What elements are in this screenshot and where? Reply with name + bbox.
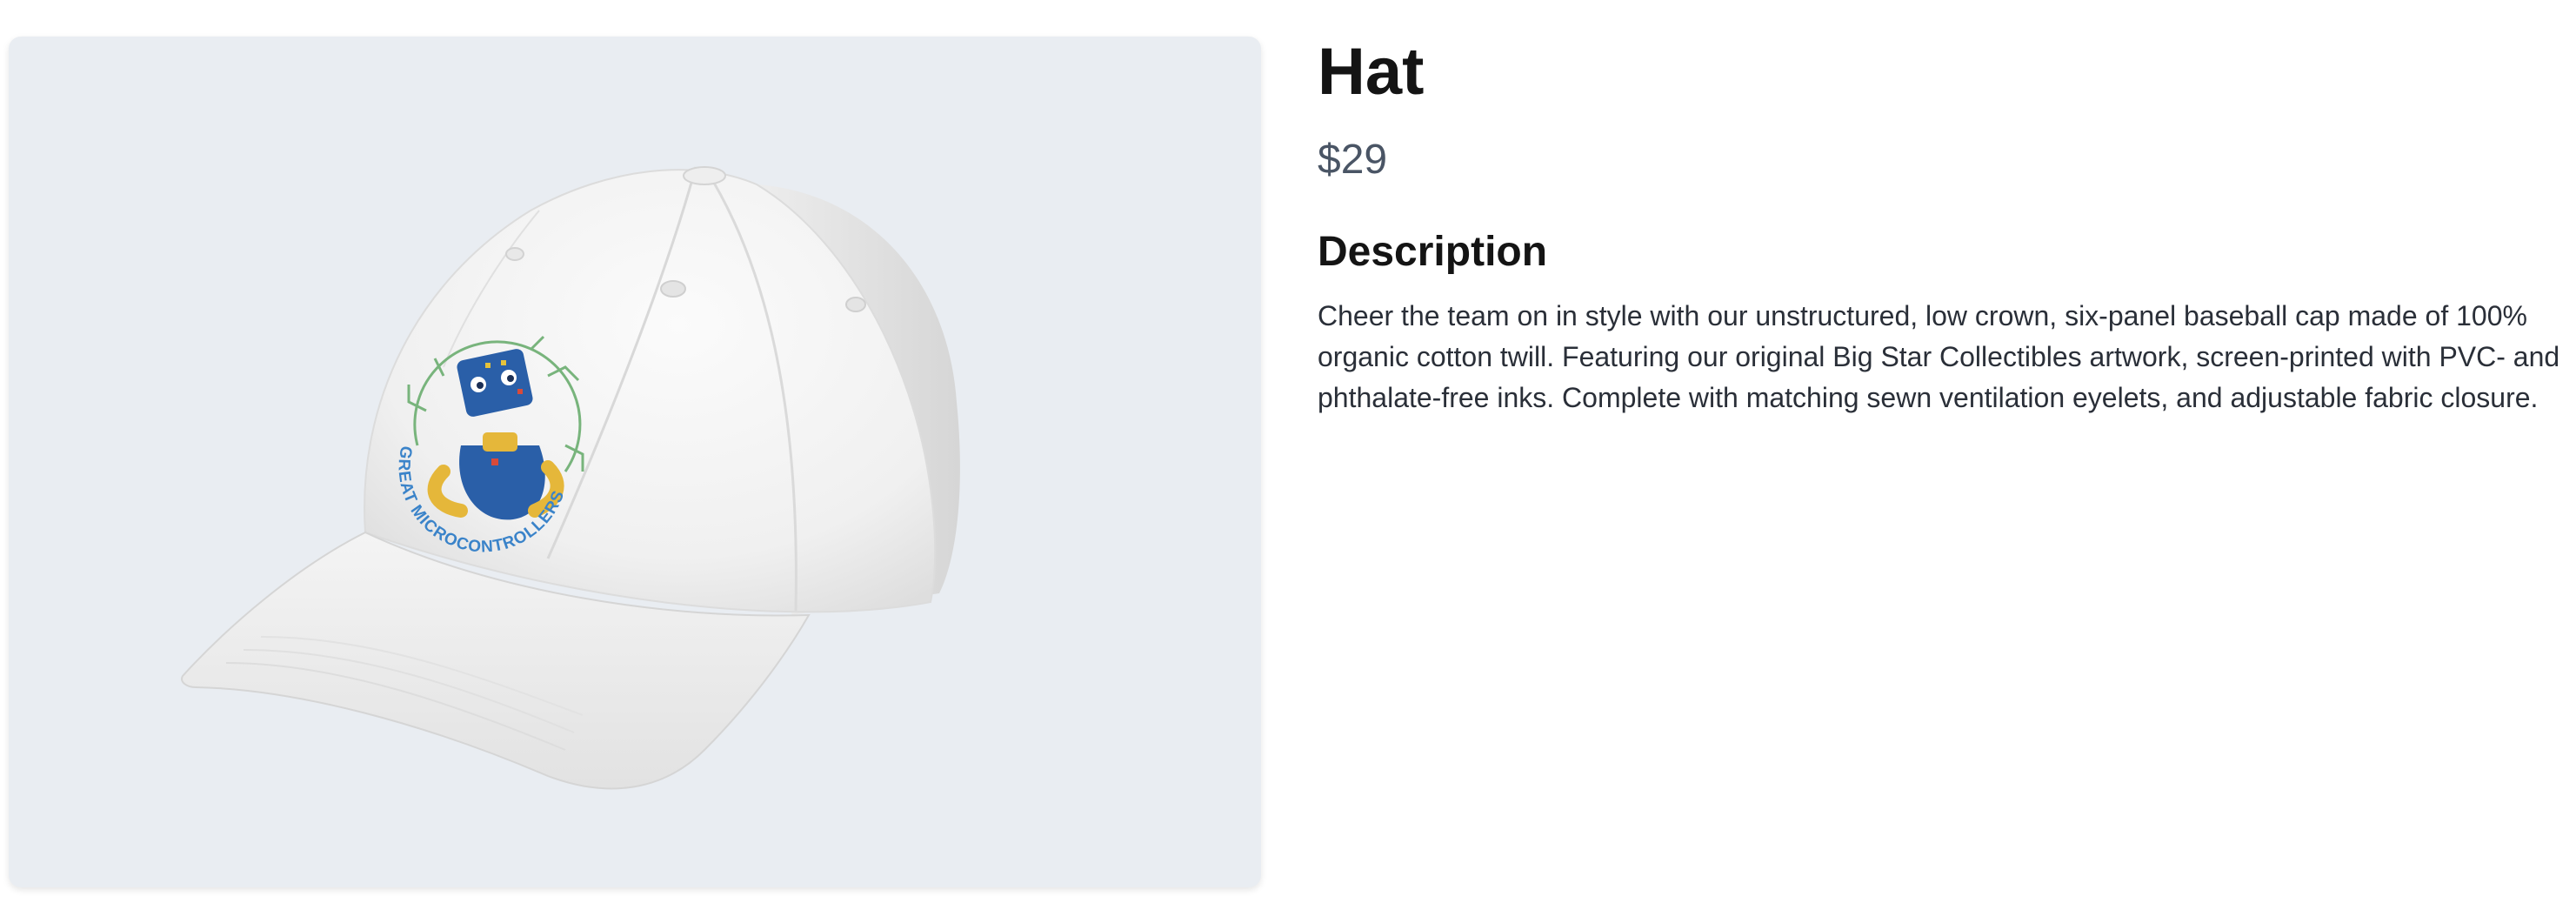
product-description: Cheer the team on in style with our unst… <box>1318 300 2560 413</box>
product-price: $29 <box>1318 137 1388 183</box>
product-details: Hat $29 Description Cheer the team on in… <box>1318 35 2570 446</box>
product-image[interactable]: GREAT MICROCONTROLLERS THINK ALIKE <box>9 37 1261 887</box>
product-title: Hat <box>1318 35 1425 109</box>
description-heading: Description <box>1318 229 1548 275</box>
product-page: GREAT MICROCONTROLLERS THINK ALIKE Hat $… <box>0 0 2576 910</box>
baseball-cap-image: GREAT MICROCONTROLLERS THINK ALIKE <box>9 37 960 790</box>
